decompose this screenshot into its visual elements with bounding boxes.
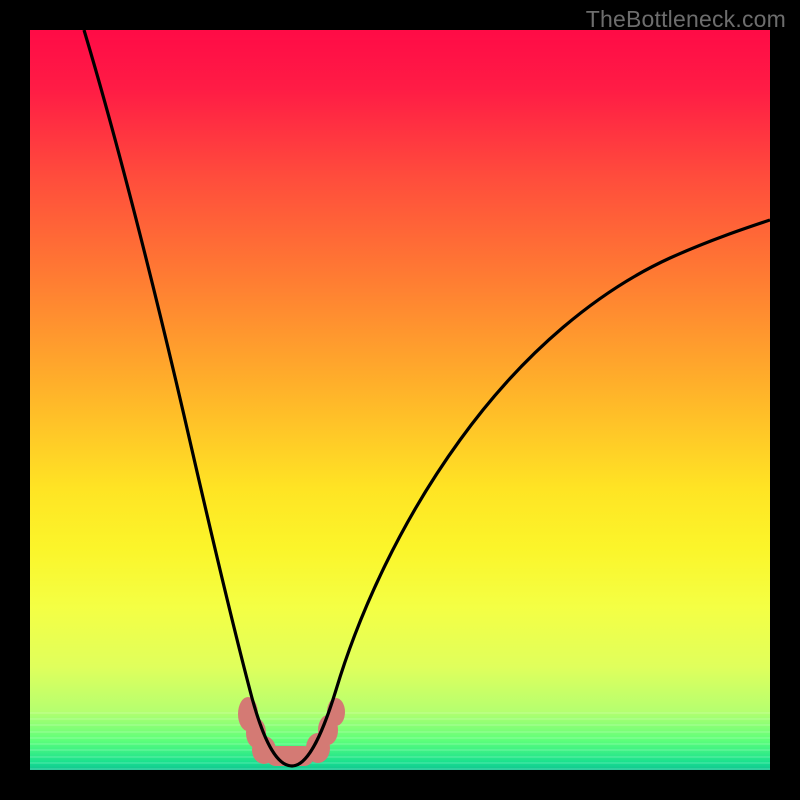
bottleneck-curve — [84, 30, 770, 766]
chart-frame: TheBottleneck.com — [0, 0, 800, 800]
curve-layer — [30, 30, 770, 770]
watermark-text: TheBottleneck.com — [586, 6, 786, 33]
plot-area — [30, 30, 770, 770]
